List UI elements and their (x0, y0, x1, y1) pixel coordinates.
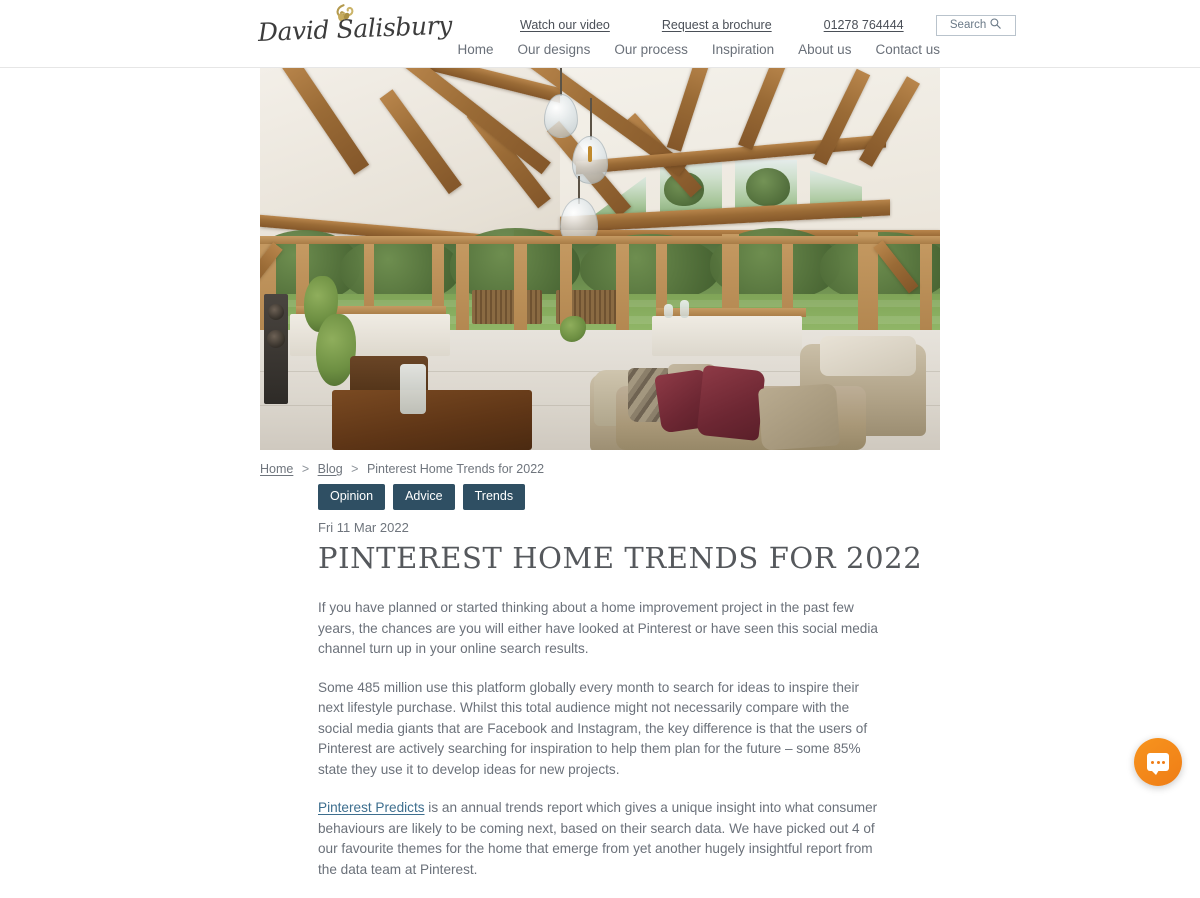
hero-image (260, 68, 940, 450)
pendant-cord (590, 98, 592, 140)
breadcrumb: Home > Blog > Pinterest Home Trends for … (260, 462, 544, 476)
coffee-table (332, 390, 532, 450)
nav-item-home[interactable]: Home (446, 42, 506, 57)
breadcrumb-blog[interactable]: Blog (318, 462, 343, 476)
search-icon (990, 16, 1001, 34)
breadcrumb-separator: > (346, 462, 363, 476)
nav-item-contact-us[interactable]: Contact us (863, 42, 940, 57)
nav-item-our-process[interactable]: Our process (602, 42, 700, 57)
head-rail (260, 236, 940, 244)
foliage (746, 168, 790, 206)
tag-trends[interactable]: Trends (463, 484, 525, 510)
chat-dot (1157, 761, 1160, 764)
logo-wordmark: David Salisbury (257, 12, 418, 48)
pendant-cord (560, 68, 562, 96)
throw-blanket (820, 336, 916, 376)
main-navigation: Home Our designs Our process Inspiration… (446, 42, 940, 57)
site-logo[interactable]: David Salisbury (258, 2, 418, 64)
pendant-light (544, 94, 578, 138)
chat-widget-button[interactable] (1134, 738, 1182, 786)
pinterest-predicts-link[interactable]: Pinterest Predicts (318, 800, 425, 815)
candle (680, 300, 689, 318)
request-a-brochure-link[interactable]: Request a brochure (662, 18, 772, 32)
speaker-cone (268, 304, 284, 320)
nav-item-our-designs[interactable]: Our designs (506, 42, 603, 57)
phone-number-link[interactable]: 01278 764444 (824, 18, 904, 32)
tag-opinion[interactable]: Opinion (318, 484, 385, 510)
window-sill (652, 316, 802, 356)
tag-list: Opinion Advice Trends (318, 484, 525, 510)
breadcrumb-current: Pinterest Home Trends for 2022 (367, 462, 544, 476)
post-paragraph-1: If you have planned or started thinking … (318, 598, 884, 660)
chat-dot (1151, 761, 1154, 764)
tag-advice[interactable]: Advice (393, 484, 455, 510)
post-paragraph-3: Pinterest Predicts is an annual trends r… (318, 798, 884, 880)
garden-room-photo (260, 68, 940, 450)
nav-item-inspiration[interactable]: Inspiration (700, 42, 786, 57)
breadcrumb-separator: > (297, 462, 314, 476)
utility-links: Watch our video Request a brochure 01278… (520, 14, 1016, 36)
filament (588, 146, 592, 162)
nav-item-about-us[interactable]: About us (786, 42, 863, 57)
glass-hurricane-lantern (400, 364, 426, 414)
cushion (697, 365, 766, 441)
watch-our-video-link[interactable]: Watch our video (520, 18, 610, 32)
post-paragraph-2: Some 485 million use this platform globa… (318, 678, 884, 781)
garden-bench (472, 290, 542, 324)
search-input[interactable]: Search (936, 15, 1016, 36)
chat-dot (1162, 761, 1165, 764)
cushion (758, 383, 840, 450)
blog-post: Fri 11 Mar 2022 PINTEREST HOME TRENDS FO… (318, 520, 884, 898)
speaker-cone (267, 330, 285, 348)
breadcrumb-home[interactable]: Home (260, 462, 293, 476)
site-header: David Salisbury Watch our video Request … (0, 0, 1200, 68)
search-placeholder: Search (950, 19, 986, 31)
page-title: PINTEREST HOME TRENDS FOR 2022 (318, 540, 884, 576)
chat-bubble-icon (1147, 753, 1169, 771)
post-date: Fri 11 Mar 2022 (318, 520, 884, 535)
candle (664, 304, 673, 318)
